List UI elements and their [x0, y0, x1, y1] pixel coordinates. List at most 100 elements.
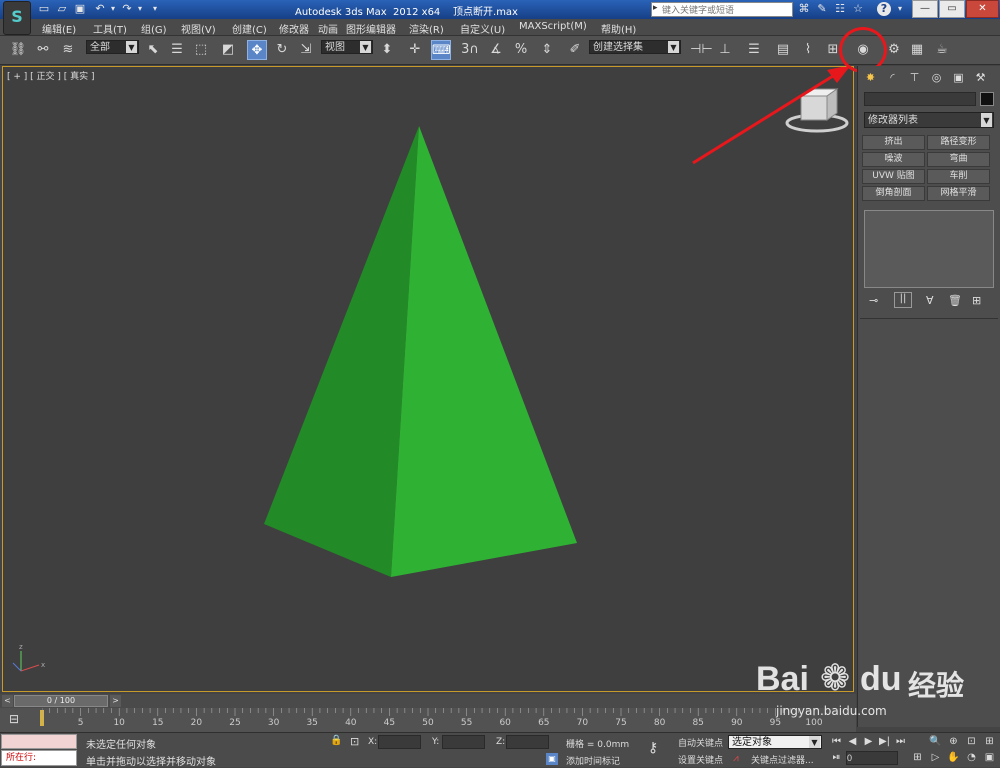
close-button[interactable]: ✕: [966, 0, 999, 18]
menu-help[interactable]: 帮助(H): [601, 21, 636, 36]
key-filters-icon[interactable]: ⩘: [733, 753, 739, 764]
search-input[interactable]: [662, 3, 790, 16]
go-to-end-icon[interactable]: ⏭: [893, 735, 908, 749]
meshsmooth-button[interactable]: 网格平滑: [927, 186, 990, 201]
zoom-extents-all-icon[interactable]: ⊞: [982, 735, 997, 749]
bind-space-warp-icon[interactable]: ≋: [58, 40, 78, 60]
rendered-frame-window-icon[interactable]: ▦: [907, 40, 927, 60]
binoculars-icon[interactable]: ⌘: [797, 2, 811, 16]
keyboard-shortcut-override-icon[interactable]: ⌨: [431, 40, 451, 60]
key-mode-toggle-icon[interactable]: ⏯: [829, 751, 844, 765]
menu-modifiers[interactable]: 修改器: [279, 21, 309, 36]
redo-icon[interactable]: ↷: [120, 2, 134, 16]
redo-dropdown-icon[interactable]: ▾: [133, 2, 147, 16]
graphite-modeling-tools-icon[interactable]: ▤: [773, 40, 793, 60]
current-frame-field[interactable]: [846, 751, 898, 765]
menu-customize[interactable]: 自定义(U): [460, 21, 505, 36]
render-setup-icon[interactable]: ⚙: [884, 40, 904, 60]
select-by-name-icon[interactable]: ☰: [167, 40, 187, 60]
menu-group[interactable]: 组(G): [141, 21, 167, 36]
select-and-rotate-icon[interactable]: ↻: [272, 40, 292, 60]
spinner-snap-icon[interactable]: ⇕: [537, 40, 557, 60]
key-filters-button[interactable]: 关键点过滤器...: [751, 753, 814, 766]
mirror-icon[interactable]: ⊣⊢: [690, 40, 713, 60]
communication-center-icon[interactable]: ✎: [815, 2, 829, 16]
time-slider-prev-button[interactable]: <: [2, 695, 13, 707]
maximize-viewport-icon[interactable]: ▣: [982, 751, 997, 765]
subscription-icon[interactable]: ☷: [833, 2, 847, 16]
perspective-viewport[interactable]: [ + ] [ 正交 ] [ 真实 ] z x: [2, 66, 854, 692]
y-coordinate-field[interactable]: [442, 735, 485, 749]
object-name-field[interactable]: [864, 92, 976, 106]
render-production-icon[interactable]: ☕: [932, 40, 952, 60]
x-coordinate-field[interactable]: [378, 735, 421, 749]
select-and-move-icon[interactable]: ✥: [247, 40, 267, 60]
absolute-transform-icon[interactable]: ⊡: [350, 735, 359, 748]
zoom-extents-icon[interactable]: ⊡: [964, 735, 979, 749]
reference-coordinate-dropdown[interactable]: 视图 ▼: [321, 40, 373, 54]
zoom-all-icon[interactable]: ⊕: [946, 735, 961, 749]
menu-tools[interactable]: 工具(T): [93, 21, 127, 36]
pivot-center-icon[interactable]: ⬍: [377, 40, 397, 60]
curve-editor-icon[interactable]: ⌇: [798, 40, 818, 60]
bend-button[interactable]: 弯曲: [927, 152, 990, 167]
selection-filter-dropdown[interactable]: 全部 ▼: [86, 40, 139, 54]
path-deform-button[interactable]: 路径变形: [927, 135, 990, 150]
go-to-start-icon[interactable]: ⏮: [829, 735, 844, 749]
align-icon[interactable]: ⊥: [715, 40, 735, 60]
configure-modifier-sets-icon[interactable]: ⊞: [972, 294, 981, 307]
lathe-button[interactable]: 车削: [927, 169, 990, 184]
utilities-tab-icon[interactable]: ⚒: [972, 69, 989, 86]
orbit-icon[interactable]: ◔: [964, 751, 979, 765]
time-slider-next-button[interactable]: >: [110, 695, 121, 707]
previous-frame-icon[interactable]: ◀: [845, 735, 860, 749]
track-bar[interactable]: ⊟ 5 10 15 20 25 30 35 40 45 50 55 60 65 70 75 80 85 90 95 1…: [0, 708, 856, 732]
time-slider[interactable]: < 0 / 100 >: [0, 694, 856, 708]
modifier-stack[interactable]: [864, 210, 994, 288]
menu-views[interactable]: 视图(V): [181, 21, 216, 36]
select-object-icon[interactable]: ⬉: [143, 40, 163, 60]
favorites-icon[interactable]: ☆: [851, 2, 865, 16]
select-and-manipulate-icon[interactable]: ✛: [405, 40, 425, 60]
layer-manager-icon[interactable]: ☰: [744, 40, 764, 60]
key-mode-dropdown[interactable]: 选定对象 ▼: [728, 735, 822, 749]
make-unique-icon[interactable]: ∀: [926, 294, 934, 307]
maxscript-listener-mini[interactable]: [1, 734, 77, 749]
edit-named-selection-icon[interactable]: ✐: [565, 40, 585, 60]
open-file-icon[interactable]: ▱: [55, 2, 69, 16]
set-key-icon[interactable]: ⚷: [648, 740, 658, 756]
minimize-button[interactable]: —: [912, 0, 938, 18]
customize-quick-access-icon[interactable]: ▾: [148, 2, 162, 16]
noise-button[interactable]: 噪波: [862, 152, 925, 167]
unlink-icon[interactable]: ⚯: [33, 40, 53, 60]
time-configuration-icon[interactable]: ⊞: [910, 751, 925, 765]
mini-curve-editor-icon[interactable]: ⊟: [9, 712, 19, 726]
menu-edit[interactable]: 编辑(E): [42, 21, 76, 36]
modifier-list-dropdown[interactable]: 修改器列表 ▼: [864, 112, 994, 128]
pan-icon[interactable]: ✋: [946, 751, 961, 765]
named-selection-sets-dropdown[interactable]: 创建选择集 ▼: [589, 40, 681, 54]
new-file-icon[interactable]: ▭: [37, 2, 51, 16]
select-and-scale-icon[interactable]: ⇲: [296, 40, 316, 60]
uvw-map-button[interactable]: UVW 贴图: [862, 169, 925, 184]
window-crossing-icon[interactable]: ◩: [218, 40, 238, 60]
z-coordinate-field[interactable]: [506, 735, 549, 749]
bevel-profile-button[interactable]: 倒角剖面: [862, 186, 925, 201]
object-color-swatch[interactable]: [980, 92, 994, 106]
link-icon[interactable]: ⛓: [8, 40, 28, 60]
undo-icon[interactable]: ↶: [93, 2, 107, 16]
time-slider-thumb[interactable]: 0 / 100: [14, 695, 108, 707]
selection-lock-icon[interactable]: 🔒: [330, 735, 342, 746]
play-icon[interactable]: ▶: [861, 735, 876, 749]
motion-tab-icon[interactable]: ◎: [928, 69, 945, 86]
percent-snap-icon[interactable]: %: [511, 40, 531, 60]
extrude-button[interactable]: 挤出: [862, 135, 925, 150]
add-time-tag-button[interactable]: 添加时间标记: [566, 754, 620, 767]
help-dropdown-icon[interactable]: ▾: [893, 2, 907, 16]
menu-animation[interactable]: 动画: [318, 21, 338, 36]
angle-snap-icon[interactable]: ∡: [486, 40, 506, 60]
maxscript-line[interactable]: 所在行:: [1, 750, 77, 766]
search-box[interactable]: ▸: [651, 2, 793, 17]
next-frame-icon[interactable]: ▶|: [877, 735, 892, 749]
set-key-button[interactable]: 设置关键点: [678, 753, 723, 766]
